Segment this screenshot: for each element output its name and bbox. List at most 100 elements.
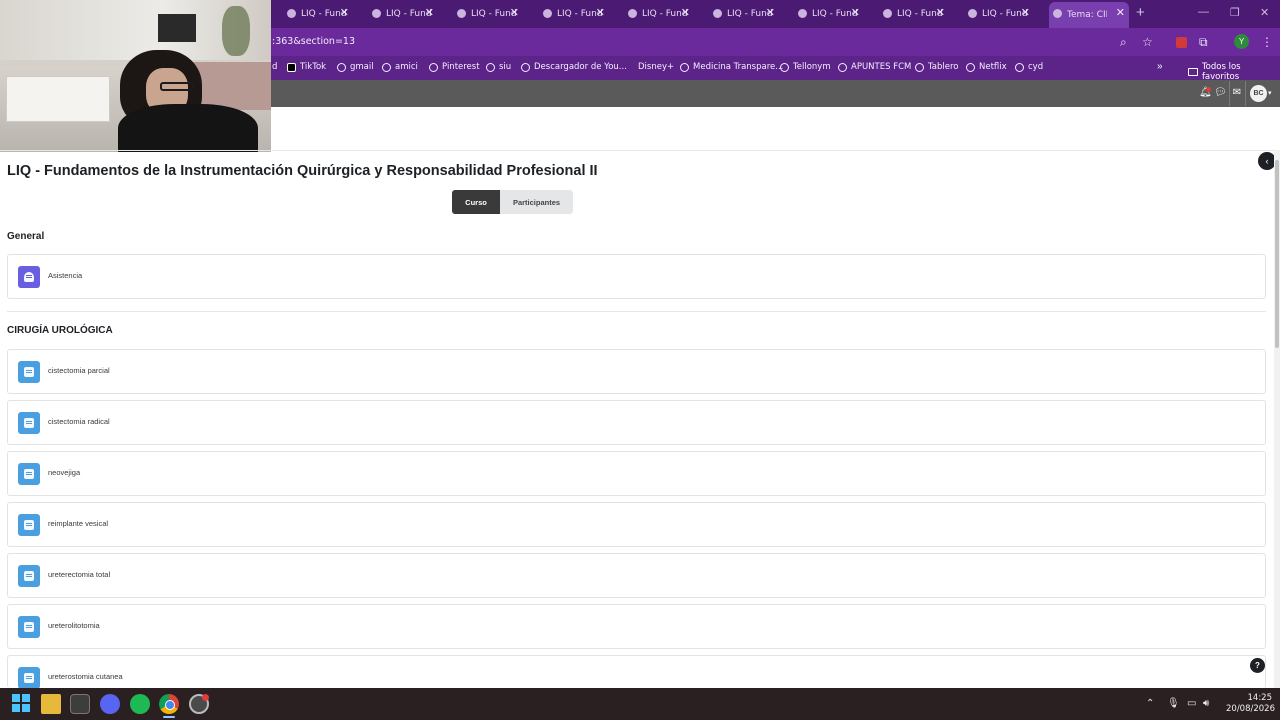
bookmark-star-icon[interactable]: ☆ <box>1142 35 1153 49</box>
activity-item[interactable]: reimplante vesical <box>7 502 1266 547</box>
bookmark-item[interactable]: d <box>272 62 277 72</box>
page-glyph <box>24 673 34 683</box>
webcam-cabinet <box>6 76 110 122</box>
browser-tab-active[interactable]: Tema: CIR✕ <box>1049 2 1129 28</box>
bookmark-gmail[interactable]: gmail <box>337 62 374 72</box>
all-bookmarks-folder[interactable]: Todos los favoritos <box>1188 62 1280 82</box>
chevron-double-right-icon[interactable]: » <box>1157 61 1163 72</box>
close-icon[interactable]: ✕ <box>596 6 605 19</box>
activity-label[interactable]: Asistencia <box>48 271 82 280</box>
tiktok-icon <box>287 62 296 72</box>
network-icon[interactable]: ▭ <box>1187 698 1196 709</box>
activity-label[interactable]: neovejiga <box>48 468 80 477</box>
activity-label[interactable]: ureterostomia cutanea <box>48 672 123 681</box>
close-icon[interactable]: ✕ <box>766 6 775 19</box>
tab-curso[interactable]: Curso <box>452 190 500 214</box>
section-title-cirugia-urologica[interactable]: CIRUGÍA UROLÓGICA <box>7 325 113 336</box>
zoom-icon[interactable]: ⌕ <box>1120 35 1127 50</box>
activity-item[interactable]: cistectomia radical <box>7 400 1266 445</box>
bookmark-medicina[interactable]: Medicina Transpare... <box>680 62 783 72</box>
chrome-icon[interactable] <box>159 694 179 714</box>
browser-tab[interactable]: LIQ - Fund ✕ <box>709 4 779 24</box>
page-glyph <box>24 622 34 632</box>
windows-logo-pane <box>12 704 20 712</box>
system-clock[interactable]: 14:25 20/08/2026 <box>1226 693 1275 715</box>
scrollbar-thumb[interactable] <box>1275 160 1279 348</box>
webcam-plant <box>222 6 250 56</box>
close-icon[interactable]: ✕ <box>425 6 434 19</box>
bookmark-tablero[interactable]: Tablero <box>915 62 959 72</box>
browser-tab[interactable]: LIQ - Fund ✕ <box>794 4 864 24</box>
extension-icon[interactable] <box>1176 37 1187 48</box>
bookmark-tiktok[interactable]: TikTok <box>287 62 326 72</box>
chat-icon[interactable]: 💬︎ <box>1214 87 1227 99</box>
activity-label[interactable]: cistectomia parcial <box>48 366 110 375</box>
close-icon[interactable]: ✕ <box>340 6 349 19</box>
store-icon[interactable] <box>70 694 90 714</box>
spotify-icon[interactable] <box>130 694 150 714</box>
bookmark-netflix[interactable]: Netflix <box>966 62 1007 72</box>
bookmark-apuntes[interactable]: APUNTES FCM <box>838 62 911 72</box>
close-icon[interactable]: ✕ <box>510 6 519 19</box>
browser-tab[interactable]: LIQ - Fund ✕ <box>879 4 949 24</box>
bookmark-tellonym[interactable]: Tellonym <box>780 62 831 72</box>
microphone-icon[interactable]: 🎙︎ <box>1167 698 1180 709</box>
maximize-icon[interactable]: ❐ <box>1230 6 1240 19</box>
activity-label[interactable]: cistectomia radical <box>48 417 110 426</box>
extensions-icon[interactable]: ⧉ <box>1199 35 1208 50</box>
page-icon <box>18 616 40 638</box>
activity-label[interactable]: ureterectomia total <box>48 570 110 579</box>
globe-icon <box>628 9 637 18</box>
profile-avatar[interactable]: Y <box>1234 34 1249 49</box>
close-icon[interactable]: ✕ <box>1116 6 1125 19</box>
activity-item[interactable]: ureterolitotomia <box>7 604 1266 649</box>
file-explorer-icon[interactable] <box>41 694 61 714</box>
help-button[interactable]: ? <box>1250 658 1265 673</box>
activity-item[interactable]: ureterectomia total <box>7 553 1266 598</box>
chevron-down-icon[interactable]: ▾ <box>1268 89 1272 97</box>
bookmark-siu[interactable]: siu <box>486 62 511 72</box>
url-field[interactable]: :363&section=13 <box>272 36 355 47</box>
discord-icon[interactable] <box>100 694 120 714</box>
activity-attendance[interactable]: Asistencia <box>7 254 1266 299</box>
volume-icon[interactable]: 🔊︎ <box>1203 698 1209 709</box>
globe-icon <box>780 62 789 72</box>
browser-tab[interactable]: LIQ - Fund ✕ <box>368 4 438 24</box>
chevron-up-icon[interactable]: ⌃ <box>1146 698 1154 709</box>
section-title-general[interactable]: General <box>7 231 44 242</box>
tab-participantes[interactable]: Participantes <box>500 190 573 214</box>
notification-dot <box>1206 87 1211 92</box>
close-icon[interactable]: ✕ <box>1021 6 1030 19</box>
close-icon[interactable]: ✕ <box>851 6 860 19</box>
globe-icon <box>337 62 346 72</box>
activity-label[interactable]: reimplante vesical <box>48 519 108 528</box>
section-divider <box>7 311 1266 312</box>
browser-tab[interactable]: LIQ - Fund ✕ <box>283 4 353 24</box>
bookmark-descargador[interactable]: Descargador de You... <box>521 62 627 72</box>
close-icon[interactable]: ✕ <box>681 6 690 19</box>
bookmark-disney[interactable]: Disney+ <box>638 62 674 72</box>
activity-label[interactable]: ureterolitotomia <box>48 621 100 630</box>
window-close-icon[interactable]: ✕ <box>1260 6 1269 19</box>
globe-icon <box>915 62 924 72</box>
browser-tab[interactable]: LIQ - Fund ✕ <box>964 4 1034 24</box>
user-avatar[interactable]: BC <box>1250 85 1267 102</box>
browser-tab[interactable]: LIQ - Fund ✕ <box>624 4 694 24</box>
minimize-icon[interactable]: — <box>1198 6 1209 18</box>
globe-icon <box>966 62 975 72</box>
windows-start-icon[interactable] <box>12 694 32 714</box>
activity-item[interactable]: neovejiga <box>7 451 1266 496</box>
notification-badge <box>202 694 209 701</box>
browser-tab[interactable]: LIQ - Fund ✕ <box>539 4 609 24</box>
browser-tab[interactable]: LIQ - Fund ✕ <box>453 4 523 24</box>
menu-kebab-icon[interactable]: ⋮ <box>1261 35 1273 49</box>
folder-icon <box>1188 68 1198 76</box>
activity-item[interactable]: ureterostomia cutanea <box>7 655 1266 689</box>
activity-item[interactable]: cistectomia parcial <box>7 349 1266 394</box>
bookmark-amici[interactable]: amici <box>382 62 418 72</box>
new-tab-button[interactable]: + <box>1136 4 1145 21</box>
page-icon <box>18 361 40 383</box>
bookmark-pinterest[interactable]: Pinterest <box>429 62 480 72</box>
bookmark-cyd[interactable]: cyd <box>1015 62 1043 72</box>
close-icon[interactable]: ✕ <box>936 6 945 19</box>
